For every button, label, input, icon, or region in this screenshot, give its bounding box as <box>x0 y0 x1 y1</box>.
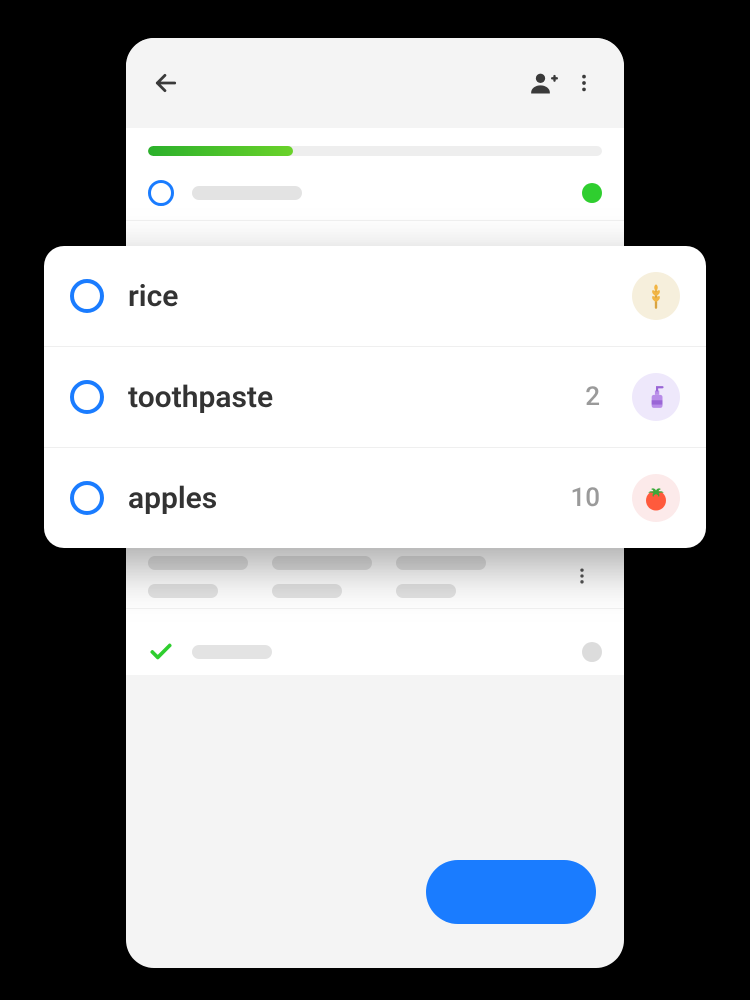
primary-action-button[interactable] <box>426 860 596 924</box>
checkbox-circle[interactable] <box>148 180 174 206</box>
placeholder <box>272 584 342 598</box>
item-label: toothpaste <box>128 380 561 415</box>
item-label: apples <box>128 481 546 516</box>
placeholder <box>396 584 456 598</box>
category-dot <box>582 183 602 203</box>
placeholder <box>148 556 248 570</box>
card-item[interactable]: toothpaste 2 <box>44 347 706 448</box>
section-more-button[interactable] <box>562 556 602 596</box>
checkbox-circle[interactable] <box>70 380 104 414</box>
completed-item[interactable] <box>126 609 624 675</box>
soap-dispenser-icon <box>643 384 669 410</box>
app-bar <box>126 38 624 128</box>
item-quantity: 2 <box>585 382 600 412</box>
arrow-left-icon <box>153 70 179 96</box>
check-icon <box>148 639 174 665</box>
category-dot <box>582 642 602 662</box>
item-label: rice <box>128 279 576 314</box>
card-item[interactable]: apples 10 <box>44 448 706 548</box>
category-badge-grain <box>632 272 680 320</box>
item-quantity: 10 <box>570 483 600 513</box>
list-item[interactable] <box>126 166 624 221</box>
more-menu-button[interactable] <box>564 63 604 103</box>
tomato-icon <box>641 483 671 513</box>
category-badge-produce <box>632 474 680 522</box>
more-vertical-icon <box>572 566 592 586</box>
category-badge-hygiene <box>632 373 680 421</box>
item-label-placeholder <box>192 645 272 659</box>
placeholder <box>396 556 486 570</box>
checkbox-circle[interactable] <box>70 279 104 313</box>
more-vertical-icon <box>573 72 595 94</box>
item-label-placeholder <box>192 186 302 200</box>
back-button[interactable] <box>146 63 186 103</box>
checkbox-circle[interactable] <box>70 481 104 515</box>
wheat-icon <box>642 282 670 310</box>
item-detail-card: rice toothpaste 2 apples 10 <box>44 246 706 548</box>
placeholder <box>272 556 372 570</box>
placeholder <box>148 584 218 598</box>
add-person-button[interactable] <box>524 63 564 103</box>
person-add-icon <box>530 69 558 97</box>
card-item[interactable]: rice <box>44 246 706 347</box>
progress-bar <box>126 128 624 166</box>
progress-fill <box>148 146 293 156</box>
